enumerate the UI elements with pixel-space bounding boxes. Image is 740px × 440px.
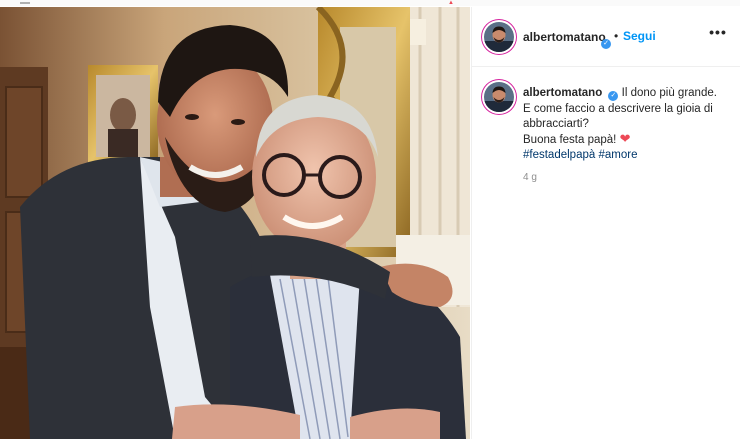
- post-header: albertomatano ✓ • Segui •••: [472, 7, 740, 67]
- hashtag-amore[interactable]: #amore: [598, 149, 637, 161]
- caption-text: albertomatano ✓ Il dono più grande. E co…: [523, 86, 733, 164]
- caption-verified-badge-icon: ✓: [608, 91, 619, 101]
- post-timestamp[interactable]: 4 g: [523, 172, 537, 183]
- caption-line-4: Buona festa papà!: [523, 133, 617, 146]
- top-strip-marker-icon: ▲: [448, 0, 454, 6]
- caption-line-3: abbracciarti?: [523, 118, 589, 130]
- follow-button[interactable]: Segui: [623, 29, 656, 43]
- top-strip-dash: [20, 2, 30, 4]
- more-options-icon[interactable]: •••: [708, 25, 728, 41]
- author-avatar-image: [484, 22, 514, 52]
- caption-author-avatar-image: [484, 82, 514, 112]
- post-photo-image: [0, 7, 470, 439]
- caption-line-2: E come faccio a descrivere la gioia di: [523, 102, 713, 115]
- caption-line-1: Il dono più grande.: [621, 87, 717, 99]
- author-username[interactable]: albertomatano: [523, 30, 606, 44]
- verified-wrap: ✓: [598, 31, 611, 49]
- caption-author-avatar[interactable]: [484, 82, 514, 112]
- post-photo[interactable]: [0, 7, 470, 439]
- heart-emoji-icon: ❤: [619, 130, 631, 146]
- author-avatar[interactable]: [484, 22, 514, 52]
- post-side-panel: albertomatano ✓ • Segui ••• albertomatan…: [471, 7, 740, 439]
- header-separator: •: [614, 29, 619, 43]
- caption-username[interactable]: albertomatano: [523, 87, 602, 99]
- browser-top-strip: ▲: [0, 0, 740, 6]
- hashtag-festadelpapa[interactable]: #festadelpapà: [523, 149, 595, 161]
- verified-badge-icon: ✓: [601, 39, 611, 49]
